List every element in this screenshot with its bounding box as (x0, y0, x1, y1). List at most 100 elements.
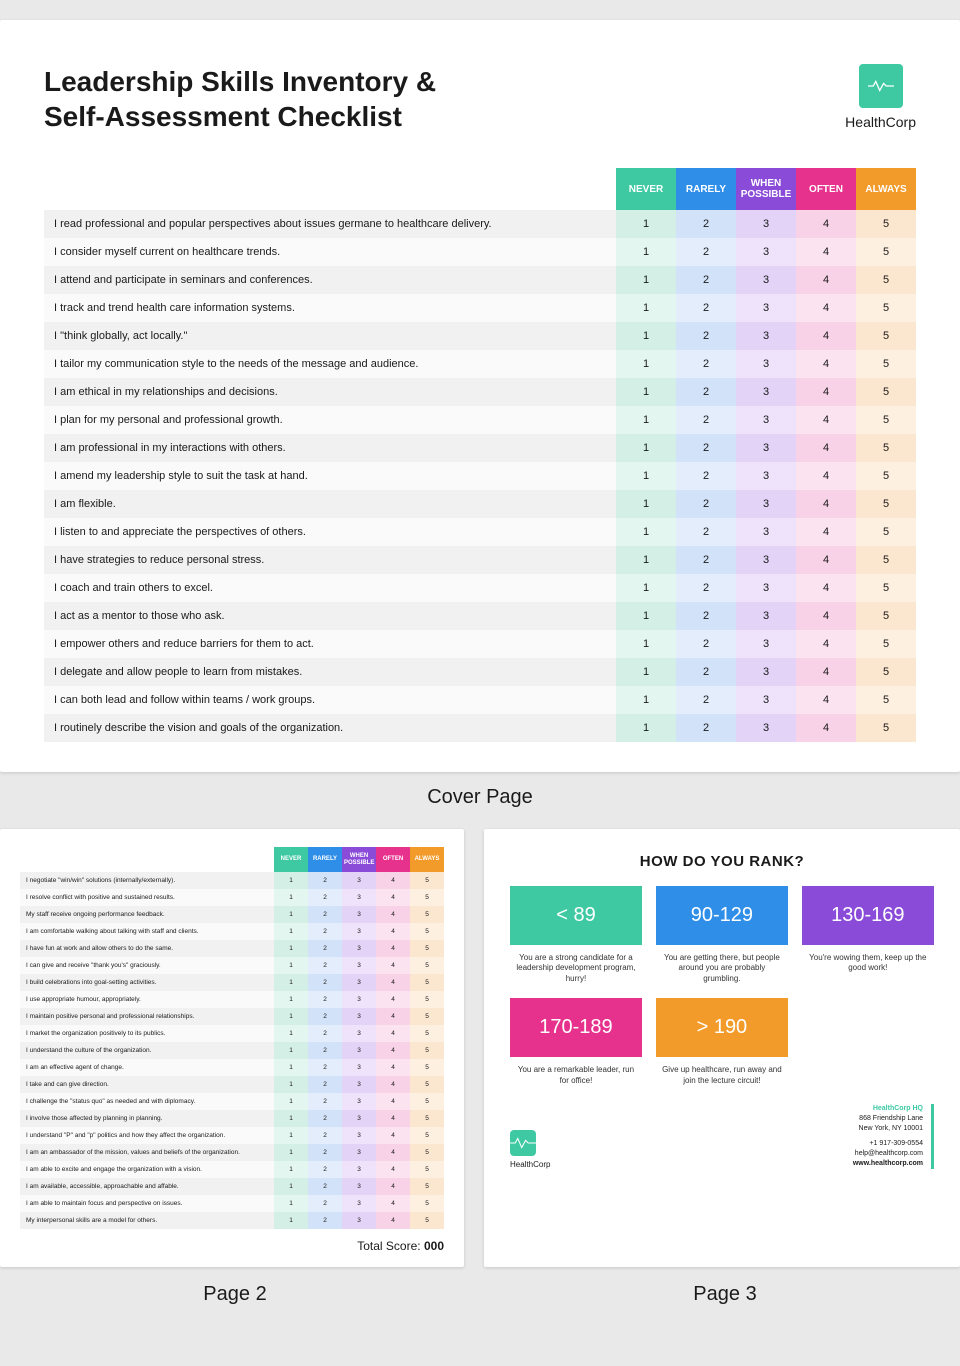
rating-cell[interactable]: 5 (856, 518, 916, 546)
rating-cell[interactable]: 1 (616, 350, 676, 378)
rating-cell[interactable]: 3 (342, 1195, 376, 1212)
rating-cell[interactable]: 2 (308, 1195, 342, 1212)
rating-cell[interactable]: 1 (274, 1195, 308, 1212)
rating-cell[interactable]: 1 (274, 1008, 308, 1025)
rating-cell[interactable]: 4 (796, 266, 856, 294)
rating-cell[interactable]: 4 (376, 1127, 410, 1144)
rating-cell[interactable]: 1 (274, 889, 308, 906)
rating-cell[interactable]: 2 (308, 957, 342, 974)
rating-cell[interactable]: 4 (796, 210, 856, 238)
rating-cell[interactable]: 1 (274, 1127, 308, 1144)
rating-cell[interactable]: 4 (796, 294, 856, 322)
rating-cell[interactable]: 1 (274, 957, 308, 974)
rating-cell[interactable]: 2 (676, 434, 736, 462)
rating-cell[interactable]: 5 (856, 350, 916, 378)
rating-cell[interactable]: 2 (308, 1093, 342, 1110)
rating-cell[interactable]: 4 (376, 1144, 410, 1161)
rating-cell[interactable]: 5 (410, 889, 444, 906)
rating-cell[interactable]: 2 (308, 1025, 342, 1042)
rating-cell[interactable]: 5 (410, 1161, 444, 1178)
rating-cell[interactable]: 1 (274, 1110, 308, 1127)
rating-cell[interactable]: 2 (676, 518, 736, 546)
rating-cell[interactable]: 5 (410, 1042, 444, 1059)
rating-cell[interactable]: 4 (796, 238, 856, 266)
rating-cell[interactable]: 2 (676, 406, 736, 434)
rating-cell[interactable]: 1 (616, 266, 676, 294)
rating-cell[interactable]: 3 (736, 462, 796, 490)
rating-cell[interactable]: 2 (308, 1212, 342, 1229)
rating-cell[interactable]: 4 (376, 1025, 410, 1042)
rating-cell[interactable]: 4 (376, 1042, 410, 1059)
rating-cell[interactable]: 5 (856, 406, 916, 434)
rating-cell[interactable]: 4 (376, 1161, 410, 1178)
rating-cell[interactable]: 2 (308, 1178, 342, 1195)
rating-cell[interactable]: 2 (676, 378, 736, 406)
rating-cell[interactable]: 3 (342, 991, 376, 1008)
rating-cell[interactable]: 5 (856, 210, 916, 238)
rating-cell[interactable]: 5 (410, 1110, 444, 1127)
rating-cell[interactable]: 1 (616, 210, 676, 238)
rating-cell[interactable]: 5 (856, 686, 916, 714)
rating-cell[interactable]: 1 (616, 238, 676, 266)
rating-cell[interactable]: 4 (796, 322, 856, 350)
rating-cell[interactable]: 1 (274, 1025, 308, 1042)
rating-cell[interactable]: 5 (410, 1093, 444, 1110)
rating-cell[interactable]: 1 (616, 322, 676, 350)
rating-cell[interactable]: 1 (274, 1093, 308, 1110)
rating-cell[interactable]: 3 (342, 889, 376, 906)
rating-cell[interactable]: 2 (308, 1161, 342, 1178)
rating-cell[interactable]: 5 (856, 714, 916, 742)
rating-cell[interactable]: 3 (342, 872, 376, 889)
rating-cell[interactable]: 2 (308, 872, 342, 889)
rating-cell[interactable]: 2 (308, 1042, 342, 1059)
rating-cell[interactable]: 5 (856, 434, 916, 462)
rating-cell[interactable]: 3 (736, 518, 796, 546)
rating-cell[interactable]: 2 (676, 294, 736, 322)
rating-cell[interactable]: 4 (376, 1110, 410, 1127)
rating-cell[interactable]: 1 (274, 991, 308, 1008)
rating-cell[interactable]: 3 (736, 602, 796, 630)
rating-cell[interactable]: 1 (274, 1076, 308, 1093)
rating-cell[interactable]: 3 (342, 1076, 376, 1093)
rating-cell[interactable]: 2 (308, 1144, 342, 1161)
rating-cell[interactable]: 4 (796, 658, 856, 686)
rating-cell[interactable]: 3 (342, 923, 376, 940)
rating-cell[interactable]: 4 (796, 462, 856, 490)
rating-cell[interactable]: 3 (736, 546, 796, 574)
rating-cell[interactable]: 5 (856, 266, 916, 294)
rating-cell[interactable]: 3 (342, 1110, 376, 1127)
rating-cell[interactable]: 2 (676, 630, 736, 658)
rating-cell[interactable]: 1 (274, 1059, 308, 1076)
rating-cell[interactable]: 1 (616, 406, 676, 434)
rating-cell[interactable]: 5 (410, 940, 444, 957)
rating-cell[interactable]: 3 (736, 686, 796, 714)
rating-cell[interactable]: 4 (376, 974, 410, 991)
rating-cell[interactable]: 1 (616, 378, 676, 406)
rating-cell[interactable]: 4 (796, 546, 856, 574)
rating-cell[interactable]: 2 (308, 1110, 342, 1127)
rating-cell[interactable]: 5 (410, 1127, 444, 1144)
rating-cell[interactable]: 5 (856, 602, 916, 630)
rating-cell[interactable]: 5 (410, 923, 444, 940)
rating-cell[interactable]: 3 (736, 238, 796, 266)
rating-cell[interactable]: 3 (736, 434, 796, 462)
rating-cell[interactable]: 1 (616, 714, 676, 742)
rating-cell[interactable]: 3 (342, 957, 376, 974)
rating-cell[interactable]: 5 (856, 378, 916, 406)
rating-cell[interactable]: 5 (410, 974, 444, 991)
rating-cell[interactable]: 3 (736, 630, 796, 658)
rating-cell[interactable]: 3 (342, 1144, 376, 1161)
rating-cell[interactable]: 3 (736, 350, 796, 378)
rating-cell[interactable]: 5 (856, 658, 916, 686)
rating-cell[interactable]: 1 (616, 462, 676, 490)
rating-cell[interactable]: 2 (676, 266, 736, 294)
rating-cell[interactable]: 3 (342, 940, 376, 957)
rating-cell[interactable]: 4 (376, 1059, 410, 1076)
rating-cell[interactable]: 4 (376, 957, 410, 974)
rating-cell[interactable]: 1 (274, 1178, 308, 1195)
rating-cell[interactable]: 2 (676, 686, 736, 714)
rating-cell[interactable]: 4 (376, 940, 410, 957)
rating-cell[interactable]: 5 (410, 1195, 444, 1212)
rating-cell[interactable]: 2 (308, 1059, 342, 1076)
rating-cell[interactable]: 3 (342, 974, 376, 991)
